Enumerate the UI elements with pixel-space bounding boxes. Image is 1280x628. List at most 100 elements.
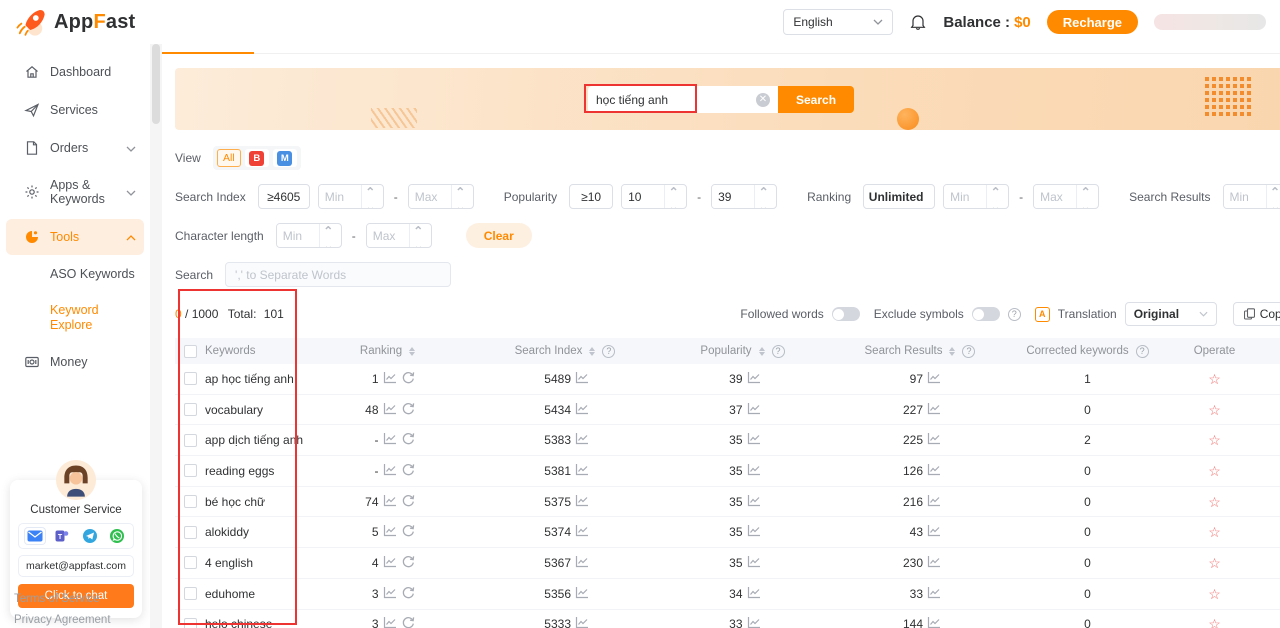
sort-icon[interactable]	[949, 347, 955, 356]
info-icon[interactable]: ?	[602, 345, 615, 358]
spinner-buttons[interactable]: ⌃⌃	[664, 185, 682, 208]
info-icon[interactable]: ?	[1136, 345, 1149, 358]
trend-chart-icon[interactable]	[747, 616, 761, 628]
character-length-min-input[interactable]: ⌃⌃	[276, 223, 342, 248]
row-checkbox[interactable]	[184, 495, 197, 508]
trend-chart-icon[interactable]	[383, 463, 397, 479]
col-ranking[interactable]: Ranking	[300, 345, 475, 357]
keyword-search-input[interactable]	[596, 93, 756, 107]
spinner-buttons[interactable]: ⌃⌃	[1076, 185, 1094, 208]
whatsapp-icon[interactable]	[107, 528, 127, 544]
language-select[interactable]: English	[783, 9, 893, 35]
customer-service-email[interactable]: market@appfast.com	[18, 555, 134, 577]
keyword-cell[interactable]: 4 english	[205, 556, 253, 570]
search-index-min-input[interactable]: ⌃⌃	[318, 184, 384, 209]
clear-filters-button[interactable]: Clear	[466, 223, 532, 248]
info-icon[interactable]: ?	[962, 345, 975, 358]
keyword-cell[interactable]: helo chinese	[205, 617, 272, 628]
exclude-symbols-help-icon[interactable]: ?	[1008, 308, 1021, 321]
spinner-buttons[interactable]: ⌃⌃	[319, 224, 337, 247]
exclude-symbols-toggle[interactable]	[972, 307, 1000, 321]
view-b-store-button[interactable]: B	[245, 149, 269, 167]
view-all-button[interactable]: All	[217, 149, 241, 167]
recharge-button[interactable]: Recharge	[1047, 10, 1138, 34]
popularity-min-input[interactable]: ⌃⌃	[621, 184, 687, 209]
trend-chart-icon[interactable]	[927, 402, 941, 418]
trend-chart-icon[interactable]	[747, 494, 761, 510]
sidebar-item-orders[interactable]: Orders	[6, 130, 144, 166]
refresh-icon[interactable]	[401, 616, 415, 628]
sidebar-item-apps-keywords[interactable]: Apps &Keywords	[6, 168, 144, 217]
followed-words-toggle[interactable]	[832, 307, 860, 321]
sort-icon[interactable]	[589, 347, 595, 356]
keyword-cell[interactable]: reading eggs	[205, 464, 274, 478]
spinner-buttons[interactable]: ⌃⌃	[361, 185, 379, 208]
trend-chart-icon[interactable]	[747, 371, 761, 387]
info-icon[interactable]: ?	[772, 345, 785, 358]
translation-select[interactable]: Original	[1125, 302, 1217, 326]
trend-chart-icon[interactable]	[927, 616, 941, 628]
sort-icon[interactable]	[409, 347, 415, 356]
ranking-preset-select[interactable]: Unlimited	[863, 184, 935, 209]
search-index-preset[interactable]: ≥4605	[258, 184, 310, 209]
row-checkbox[interactable]	[184, 556, 197, 569]
row-checkbox[interactable]	[184, 618, 197, 628]
sidebar-item-aso-keywords[interactable]: ASO Keywords	[6, 257, 144, 291]
spinner-buttons[interactable]: ⌃⌃	[986, 185, 1004, 208]
trend-chart-icon[interactable]	[927, 524, 941, 540]
trend-chart-icon[interactable]	[747, 402, 761, 418]
row-checkbox[interactable]	[184, 526, 197, 539]
spinner-buttons[interactable]: ⌃⌃	[451, 185, 469, 208]
trend-chart-icon[interactable]	[575, 524, 589, 540]
spinner-buttons[interactable]: ⌃⌃	[1266, 185, 1280, 208]
ranking-min-input[interactable]: ⌃⌃	[943, 184, 1009, 209]
refresh-icon[interactable]	[401, 524, 415, 540]
appfast-logo[interactable]: AppFast	[14, 6, 135, 38]
ranking-max-input[interactable]: ⌃⌃	[1033, 184, 1099, 209]
follow-star-icon[interactable]: ☆	[1208, 556, 1221, 570]
col-search-results[interactable]: Search Results ?	[830, 345, 1010, 358]
trend-chart-icon[interactable]	[927, 463, 941, 479]
trend-chart-icon[interactable]	[575, 463, 589, 479]
refresh-icon[interactable]	[401, 371, 415, 387]
trend-chart-icon[interactable]	[383, 371, 397, 387]
trend-chart-icon[interactable]	[575, 494, 589, 510]
trend-chart-icon[interactable]	[575, 371, 589, 387]
search-index-max-input[interactable]: ⌃⌃	[408, 184, 474, 209]
trend-chart-icon[interactable]	[575, 402, 589, 418]
separate-words-input[interactable]	[225, 262, 451, 287]
privacy-agreement-link[interactable]: Privacy Agreement	[14, 610, 111, 628]
character-length-max-input[interactable]: ⌃⌃	[366, 223, 432, 248]
col-popularity[interactable]: Popularity ?	[655, 345, 830, 358]
trend-chart-icon[interactable]	[927, 432, 941, 448]
sidebar-item-money[interactable]: Money	[6, 344, 144, 380]
follow-star-icon[interactable]: ☆	[1208, 495, 1221, 509]
sidebar-item-tools[interactable]: Tools	[6, 219, 144, 255]
row-checkbox[interactable]	[184, 372, 197, 385]
refresh-icon[interactable]	[401, 586, 415, 602]
sidebar-item-services[interactable]: Services	[6, 92, 144, 128]
trend-chart-icon[interactable]	[575, 586, 589, 602]
popularity-preset[interactable]: ≥10	[569, 184, 613, 209]
trend-chart-icon[interactable]	[575, 432, 589, 448]
follow-star-icon[interactable]: ☆	[1208, 403, 1221, 417]
refresh-icon[interactable]	[401, 494, 415, 510]
clear-input-icon[interactable]: ✕	[756, 93, 770, 107]
follow-star-icon[interactable]: ☆	[1208, 617, 1221, 628]
row-checkbox[interactable]	[184, 403, 197, 416]
follow-star-icon[interactable]: ☆	[1208, 525, 1221, 539]
sort-icon[interactable]	[759, 347, 765, 356]
keyword-cell[interactable]: app dịch tiếng anh	[205, 433, 303, 447]
keyword-cell[interactable]: bé học chữ	[205, 495, 265, 509]
trend-chart-icon[interactable]	[927, 555, 941, 571]
trend-chart-icon[interactable]	[747, 432, 761, 448]
keyword-cell[interactable]: eduhome	[205, 587, 255, 601]
trend-chart-icon[interactable]	[383, 402, 397, 418]
keyword-cell[interactable]: alokiddy	[205, 525, 249, 539]
spinner-buttons[interactable]: ⌃⌃	[409, 224, 427, 247]
refresh-icon[interactable]	[401, 432, 415, 448]
sidebar-scrollbar[interactable]	[150, 44, 162, 628]
trend-chart-icon[interactable]	[383, 524, 397, 540]
trend-chart-icon[interactable]	[747, 586, 761, 602]
search-results-min-input[interactable]: ⌃⌃	[1223, 184, 1280, 209]
